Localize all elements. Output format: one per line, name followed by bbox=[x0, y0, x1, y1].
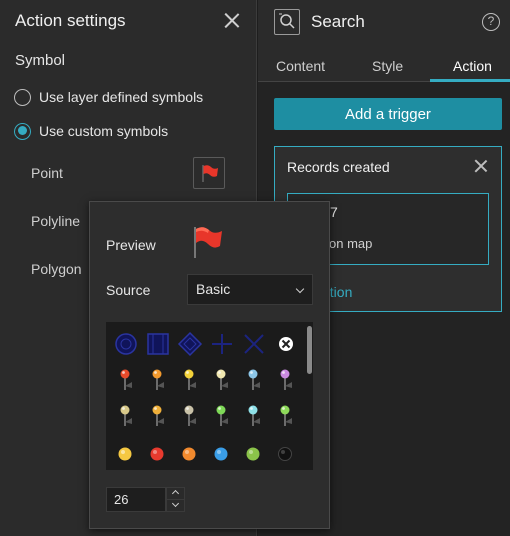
yellow-circle-icon[interactable] bbox=[112, 440, 140, 468]
preview-label: Preview bbox=[106, 237, 156, 253]
symbol-size-input[interactable]: 26 bbox=[106, 487, 166, 512]
orange-circle-icon[interactable] bbox=[176, 440, 204, 468]
teal-pin-icon[interactable] bbox=[240, 402, 268, 430]
panel-title: Action settings bbox=[15, 11, 126, 30]
tab-action[interactable]: Action bbox=[453, 58, 492, 74]
increment-button[interactable] bbox=[167, 488, 184, 500]
gray-pin-icon[interactable] bbox=[176, 402, 204, 430]
size-stepper bbox=[166, 487, 185, 512]
tab-content[interactable]: Content bbox=[276, 58, 325, 74]
help-icon[interactable]: ? bbox=[482, 13, 500, 31]
red-pin-icon[interactable] bbox=[112, 366, 140, 394]
shape-icon[interactable] bbox=[240, 330, 268, 358]
radio-label: Use layer defined symbols bbox=[39, 89, 204, 105]
widget-title: Search bbox=[311, 12, 365, 31]
widget-tabs: Content Style Action bbox=[258, 44, 510, 82]
tan-pin-icon[interactable] bbox=[112, 402, 140, 430]
add-trigger-button[interactable]: Add a trigger bbox=[274, 98, 502, 130]
chevron-down-icon bbox=[295, 284, 305, 294]
black-circle-icon[interactable] bbox=[272, 440, 300, 468]
radio-button[interactable] bbox=[14, 88, 31, 106]
tab-style[interactable]: Style bbox=[372, 58, 403, 74]
search-widget-icon bbox=[274, 9, 300, 35]
polyline-label: Polyline bbox=[31, 213, 81, 229]
symbol-section-label: Symbol bbox=[15, 52, 66, 69]
gallery-scrollbar[interactable] bbox=[307, 326, 312, 374]
source-select[interactable]: Basic bbox=[187, 274, 313, 305]
close-icon[interactable] bbox=[224, 12, 240, 28]
green-pin-icon[interactable] bbox=[272, 402, 300, 430]
point-symbol-button[interactable] bbox=[193, 157, 225, 189]
shape-icon[interactable] bbox=[144, 330, 172, 358]
preview-flag-icon bbox=[191, 224, 225, 265]
orange-pin-icon[interactable] bbox=[144, 366, 172, 394]
symbol-gallery[interactable] bbox=[106, 322, 313, 470]
decrement-button[interactable] bbox=[167, 499, 184, 512]
close-icon[interactable] bbox=[474, 159, 488, 173]
point-label: Point bbox=[31, 165, 63, 181]
radio-label: Use custom symbols bbox=[39, 123, 169, 139]
radio-layer-defined-symbols[interactable]: Use layer defined symbols bbox=[14, 87, 203, 107]
shape-icon[interactable] bbox=[208, 330, 236, 358]
radio-custom-symbols[interactable]: Use custom symbols bbox=[14, 121, 168, 141]
trigger-card-title: Records created bbox=[287, 159, 390, 175]
blue-circle-icon[interactable] bbox=[208, 440, 236, 468]
x-circle-icon[interactable] bbox=[272, 330, 300, 358]
yellow-pin-icon[interactable] bbox=[176, 366, 204, 394]
purple-pin-icon[interactable] bbox=[272, 366, 300, 394]
shape-icon[interactable] bbox=[176, 330, 204, 358]
widget-header: Search ? bbox=[258, 0, 510, 44]
panel-header: Action settings bbox=[0, 0, 257, 42]
shape-icon[interactable] bbox=[112, 330, 140, 358]
radio-button[interactable] bbox=[14, 122, 31, 140]
polygon-label: Polygon bbox=[31, 261, 82, 277]
cream-pin-icon[interactable] bbox=[208, 366, 236, 394]
orange-pin-icon[interactable] bbox=[144, 402, 172, 430]
symbol-picker-popover: Preview Source Basic 26 bbox=[89, 201, 330, 529]
chevron-down-icon bbox=[171, 499, 180, 508]
red-circle-icon[interactable] bbox=[144, 440, 172, 468]
green-circle-icon[interactable] bbox=[240, 440, 268, 468]
green-pin-icon[interactable] bbox=[208, 402, 236, 430]
active-tab-indicator bbox=[430, 79, 510, 82]
action-count: 7 bbox=[330, 204, 338, 220]
source-value: Basic bbox=[196, 281, 231, 297]
chevron-up-icon bbox=[171, 489, 180, 498]
blue-pin-icon[interactable] bbox=[240, 366, 268, 394]
red-flag-icon bbox=[202, 165, 218, 182]
source-label: Source bbox=[106, 282, 151, 298]
